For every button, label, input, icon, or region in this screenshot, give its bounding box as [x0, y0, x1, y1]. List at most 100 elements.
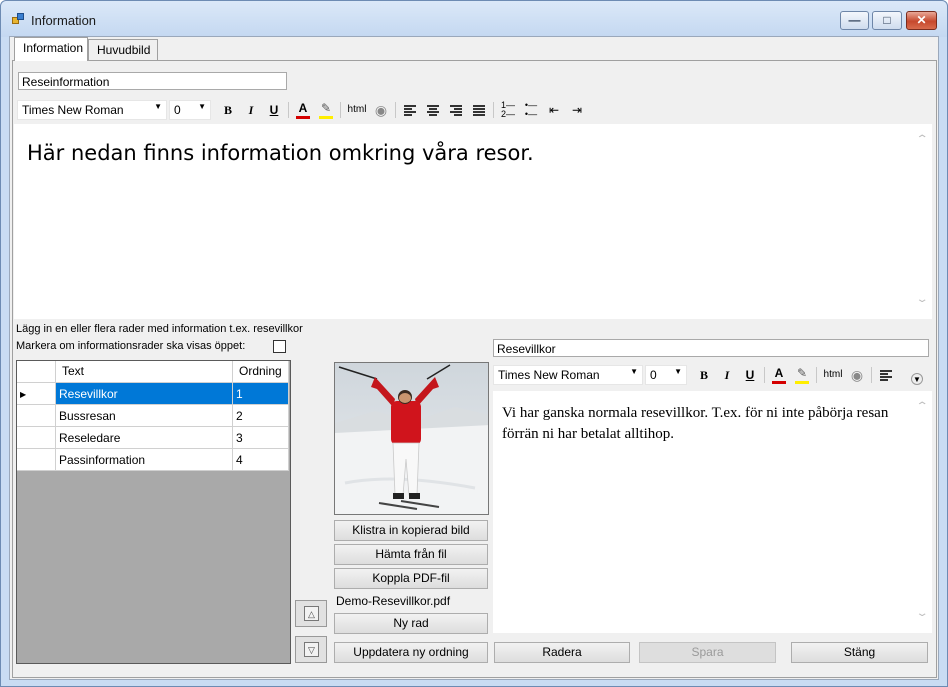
font-family-value: Times New Roman	[498, 368, 600, 382]
italic-icon[interactable]: I	[718, 366, 736, 384]
underline-icon[interactable]: U	[741, 366, 759, 384]
info-editor-scrollbar[interactable]: ⌃ ⌄	[915, 124, 932, 319]
save-button[interactable]: Spara	[639, 642, 776, 663]
instruction-label: Lägg in en eller flera rader med informa…	[16, 323, 303, 335]
toolbar-separator	[816, 367, 817, 383]
move-up-button[interactable]: △	[295, 600, 327, 627]
table-row[interactable]: Bussresan 2	[17, 405, 289, 427]
move-down-icon: ▽	[304, 642, 319, 657]
font-size-select[interactable]: 0 ▼	[169, 100, 211, 120]
highlight-icon[interactable]: ✎	[793, 366, 811, 384]
highlight-swatch	[795, 381, 809, 384]
cell-order[interactable]: 1	[233, 383, 289, 405]
row-header-cell[interactable]	[17, 449, 56, 471]
paste-image-button[interactable]: Klistra in kopierad bild	[334, 520, 488, 541]
table-row[interactable]: Reseledare 3	[17, 427, 289, 449]
cell-text[interactable]: Bussresan	[56, 405, 233, 427]
align-left-lines	[404, 105, 416, 117]
skier-photo	[335, 363, 488, 514]
toolbar-separator	[764, 367, 765, 383]
html-icon[interactable]: html	[821, 366, 845, 384]
numbered-list-icon[interactable]: 1— 2—	[499, 101, 517, 119]
bullet-list-icon[interactable]: •— •—	[522, 101, 540, 119]
highlight-icon[interactable]: ✎	[317, 101, 335, 119]
row-header-cell[interactable]	[17, 405, 56, 427]
scroll-up-icon[interactable]: ⌃	[915, 134, 928, 145]
align-right-icon[interactable]	[447, 101, 465, 119]
minimize-button[interactable]: —	[840, 11, 869, 30]
row-rich-text-editor[interactable]: Vi har ganska normala resevillkor. T.ex.…	[493, 391, 932, 633]
maximize-button[interactable]: □	[872, 11, 902, 30]
cell-text[interactable]: Resevillkor	[56, 383, 233, 405]
cell-order[interactable]: 3	[233, 427, 289, 449]
scroll-down-icon[interactable]: ⌄	[915, 608, 928, 619]
close-button[interactable]: Stäng	[791, 642, 928, 663]
open-rows-label: Markera om informationsrader ska visas ö…	[16, 340, 246, 352]
row-header-cell[interactable]: ▶	[17, 383, 56, 405]
cell-order[interactable]: 2	[233, 405, 289, 427]
bold-icon[interactable]: B	[695, 366, 713, 384]
delete-button[interactable]: Radera	[494, 642, 630, 663]
minimize-icon: —	[848, 13, 861, 27]
italic-icon[interactable]: I	[242, 101, 260, 119]
fetch-from-file-button[interactable]: Hämta från fil	[334, 544, 488, 565]
title-bar[interactable]: Information — □ ✕	[1, 1, 947, 37]
font-family-select[interactable]: Times New Roman ▼	[17, 100, 167, 120]
underline-icon[interactable]: U	[265, 101, 283, 119]
table-row[interactable]: Passinformation 4	[17, 449, 289, 471]
bold-icon[interactable]: B	[219, 101, 237, 119]
font-family-select[interactable]: Times New Roman ▼	[493, 365, 643, 385]
align-left-icon[interactable]	[401, 101, 419, 119]
app-window: Information — □ ✕ Information Huvudbild …	[0, 0, 948, 687]
column-header-text[interactable]: Text	[56, 361, 233, 383]
font-color-icon[interactable]: A	[294, 101, 312, 119]
update-order-button[interactable]: Uppdatera ny ordning	[334, 642, 488, 663]
close-window-button[interactable]: ✕	[906, 11, 937, 30]
justify-icon[interactable]	[470, 101, 488, 119]
scroll-down-icon[interactable]: ⌄	[915, 294, 928, 305]
toolbar-separator	[340, 102, 341, 118]
toolbar-overflow-icon[interactable]: ▼	[911, 373, 923, 385]
chevron-down-icon: ▼	[674, 367, 682, 376]
tab-information[interactable]: Information	[14, 37, 88, 61]
move-down-button[interactable]: ▽	[295, 636, 327, 663]
cell-text[interactable]: Passinformation	[56, 449, 233, 471]
html-icon[interactable]: html	[345, 101, 369, 119]
row-header-cell[interactable]	[17, 427, 56, 449]
row-image	[334, 362, 489, 515]
toolbar-separator	[288, 102, 289, 118]
scroll-up-icon[interactable]: ⌃	[915, 401, 928, 412]
info-title-input[interactable]: Reseinformation	[18, 72, 287, 90]
row-pointer-icon: ▶	[20, 390, 27, 399]
align-center-icon[interactable]	[424, 101, 442, 119]
row-title-input[interactable]: Resevillkor	[493, 339, 929, 357]
info-editor-text: Här nedan finns information omkring våra…	[27, 141, 534, 165]
grid-header-row: Text Ordning	[17, 361, 289, 383]
align-left-icon[interactable]	[877, 366, 895, 384]
info-rows-grid[interactable]: Text Ordning ▶ Resevillkor 1 Bussresan 2…	[16, 360, 291, 664]
web-icon[interactable]: ◉	[372, 101, 390, 119]
cell-order[interactable]: 4	[233, 449, 289, 471]
table-row[interactable]: ▶ Resevillkor 1	[17, 383, 289, 405]
indent-icon[interactable]: ⇥	[568, 101, 586, 119]
outdent-icon[interactable]: ⇤	[545, 101, 563, 119]
open-rows-checkbox[interactable]	[273, 340, 286, 353]
web-icon[interactable]: ◉	[848, 366, 866, 384]
align-right-lines	[450, 105, 462, 117]
new-row-button[interactable]: Ny rad	[334, 613, 488, 634]
tab-page-information: Reseinformation Times New Roman ▼ 0 ▼ B I …	[12, 60, 937, 678]
grid-corner-cell	[17, 361, 56, 383]
pdf-filename-label: Demo-Resevillkor.pdf	[336, 594, 451, 608]
tab-huvudbild[interactable]: Huvudbild	[88, 39, 158, 60]
font-color-label: A	[298, 101, 308, 115]
info-rich-text-editor[interactable]: Här nedan finns information omkring våra…	[14, 124, 932, 319]
top-editor-toolbar: Times New Roman ▼ 0 ▼ B I U A ✎ html ◉ 1— 2…	[17, 98, 917, 122]
font-color-swatch	[772, 381, 786, 384]
font-color-icon[interactable]: A	[770, 366, 788, 384]
attach-pdf-button[interactable]: Koppla PDF-fil	[334, 568, 488, 589]
cell-text[interactable]: Reseledare	[56, 427, 233, 449]
column-header-order[interactable]: Ordning	[233, 361, 289, 383]
row-editor-scrollbar[interactable]: ⌃ ⌄	[915, 391, 932, 633]
highlight-swatch	[319, 116, 333, 119]
font-size-select[interactable]: 0 ▼	[645, 365, 687, 385]
